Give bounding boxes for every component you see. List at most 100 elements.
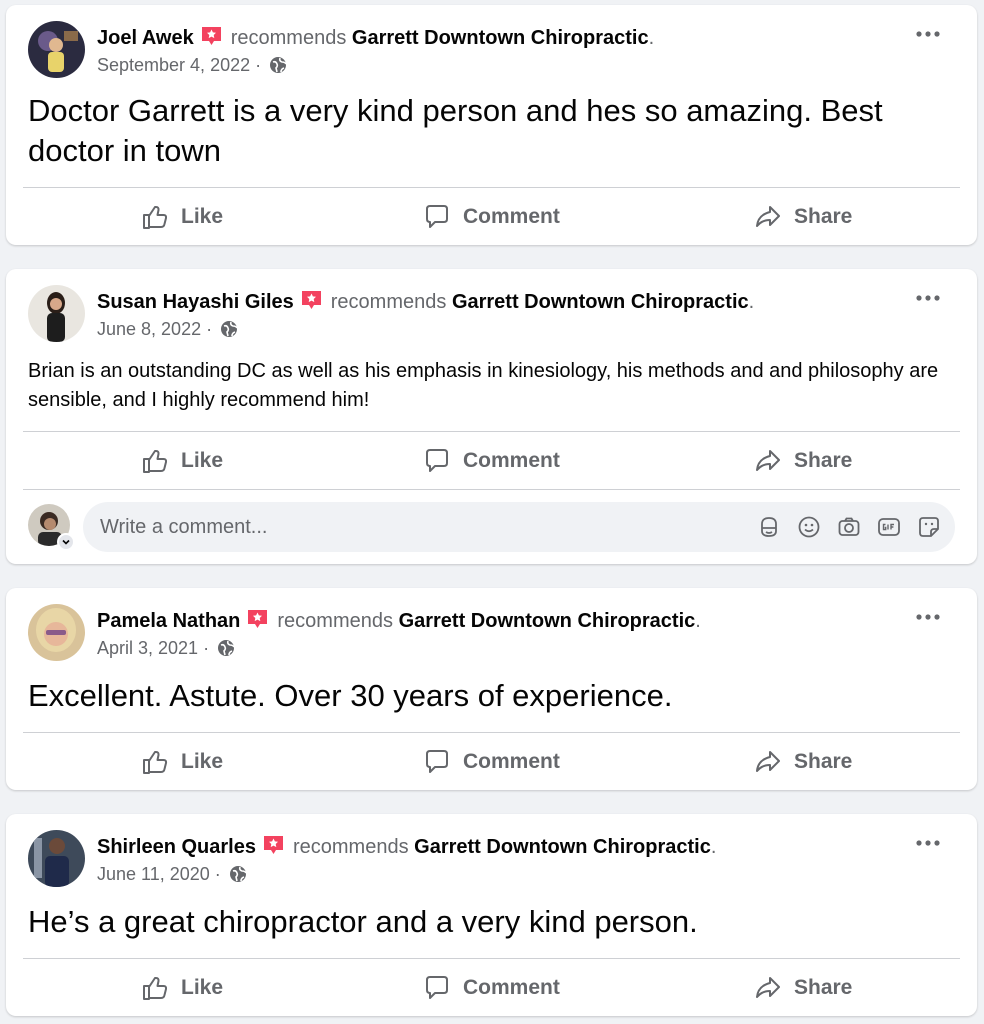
review-card: Susan Hayashi Giles recommends Garrett Do… (6, 269, 977, 564)
recommends-text: recommends (277, 610, 393, 632)
meta-separator: · (198, 638, 215, 658)
globe-icon (229, 865, 247, 883)
share-button[interactable]: Share (754, 433, 852, 489)
period: . (710, 836, 717, 858)
more-dots-icon[interactable] (915, 291, 941, 305)
action-bar: Like Comment Share (23, 433, 960, 489)
recommends-text: recommends (330, 291, 447, 313)
thumbs-up-icon (143, 977, 168, 1000)
divider (23, 732, 960, 733)
post-header: Pamela Nathan recommends Garrett Downtown… (28, 604, 977, 664)
share-button[interactable]: Share (754, 960, 852, 1016)
comment-bubble-icon (426, 449, 448, 472)
action-bar: Like Comment Share (23, 734, 960, 790)
post-date[interactable]: April 3, 2021 (97, 638, 198, 658)
share-button[interactable]: Share (754, 734, 852, 790)
post-body: He’s a great chiropractor and a very kin… (28, 904, 698, 939)
author-name[interactable]: Pamela Nathan (97, 610, 240, 632)
post-meta: June 11, 2020 · (97, 864, 247, 885)
reviews-feed: Joel Awek recommends Garrett Downtown Chi… (0, 0, 984, 1024)
period: . (648, 27, 655, 49)
post-body: Brian is an outstanding DC as well as hi… (28, 360, 939, 411)
review-card: Joel Awek recommends Garrett Downtown Chi… (6, 5, 977, 245)
comment-bubble-icon (426, 750, 448, 773)
author-line: Shirleen Quarles recommends Garrett Downt… (97, 833, 716, 860)
author-name[interactable]: Joel Awek (97, 27, 194, 49)
share-label: Share (794, 976, 853, 999)
share-arrow-icon (756, 977, 780, 998)
post-meta: June 8, 2022 · (97, 319, 238, 340)
like-label: Like (181, 449, 224, 472)
avatar-sticker-icon[interactable] (757, 515, 781, 539)
recommend-star-icon (200, 24, 223, 47)
globe-icon (217, 639, 235, 657)
like-button[interactable]: Like (141, 734, 223, 790)
like-button[interactable]: Like (141, 433, 223, 489)
meta-separator: · (201, 319, 218, 339)
emoji-icon[interactable] (797, 515, 821, 539)
meta-separator: · (209, 864, 226, 884)
comment-composer (28, 500, 955, 554)
post-date[interactable]: June 11, 2020 (97, 864, 210, 884)
page-name-link[interactable]: Garrett Downtown Chiropractic (452, 291, 749, 313)
comment-label: Comment (463, 976, 560, 999)
share-label: Share (794, 449, 853, 472)
divider (23, 431, 960, 432)
share-arrow-icon (756, 206, 780, 227)
comment-bubble-icon (426, 976, 448, 999)
review-card: Shirleen Quarles recommends Garrett Downt… (6, 814, 977, 1016)
share-button[interactable]: Share (754, 189, 852, 245)
page-name-link[interactable]: Garrett Downtown Chiropractic (352, 27, 649, 49)
share-label: Share (794, 750, 853, 773)
author-avatar[interactable] (28, 21, 85, 78)
like-button[interactable]: Like (141, 189, 223, 245)
thumbs-up-icon (143, 751, 168, 774)
comment-label: Comment (463, 449, 560, 472)
period: . (695, 610, 701, 632)
divider (23, 958, 960, 959)
author-avatar[interactable] (28, 604, 85, 661)
comment-button[interactable]: Comment (423, 433, 560, 489)
like-label: Like (181, 205, 224, 228)
post-date[interactable]: September 4, 2022 (97, 55, 250, 75)
share-arrow-icon (756, 751, 780, 772)
chevron-down-icon[interactable] (57, 533, 75, 551)
like-button[interactable]: Like (141, 960, 223, 1016)
post-header: Susan Hayashi Giles recommends Garrett Do… (28, 285, 977, 345)
recommend-star-icon (262, 833, 285, 856)
meta-separator: · (250, 55, 267, 75)
action-bar: Like Comment Share (23, 189, 960, 245)
more-dots-icon[interactable] (915, 836, 941, 850)
page-name-link[interactable]: Garrett Downtown Chiropractic (414, 836, 711, 858)
comment-label: Comment (463, 205, 560, 228)
author-avatar[interactable] (28, 830, 85, 887)
comment-bubble-icon (426, 205, 448, 228)
thumbs-up-icon (143, 206, 168, 229)
comment-button[interactable]: Comment (423, 189, 560, 245)
post-meta: September 4, 2022 · (97, 55, 287, 76)
comment-button[interactable]: Comment (423, 960, 560, 1016)
recommends-text: recommends (230, 27, 347, 49)
more-dots-icon[interactable] (915, 610, 941, 624)
period: . (748, 291, 755, 313)
post-header: Shirleen Quarles recommends Garrett Downt… (28, 830, 977, 890)
share-label: Share (794, 205, 853, 228)
share-arrow-icon (756, 450, 780, 471)
comment-button[interactable]: Comment (423, 734, 560, 790)
camera-icon[interactable] (837, 515, 861, 539)
author-name[interactable]: Shirleen Quarles (97, 836, 256, 858)
gif-icon[interactable] (877, 515, 901, 539)
globe-icon (220, 320, 238, 338)
like-label: Like (181, 750, 224, 773)
author-line: Pamela Nathan recommends Garrett Downtown… (97, 607, 701, 634)
author-avatar[interactable] (28, 285, 85, 342)
post-header: Joel Awek recommends Garrett Downtown Chi… (28, 21, 977, 81)
more-dots-icon[interactable] (915, 27, 941, 41)
author-name[interactable]: Susan Hayashi Giles (97, 291, 294, 313)
page-name-link[interactable]: Garrett Downtown Chiropractic (399, 610, 696, 632)
post-date[interactable]: June 8, 2022 (97, 319, 201, 339)
recommend-star-icon (300, 288, 323, 311)
divider (23, 489, 960, 490)
sticker-icon[interactable] (917, 515, 941, 539)
current-user-avatar[interactable] (28, 504, 76, 552)
